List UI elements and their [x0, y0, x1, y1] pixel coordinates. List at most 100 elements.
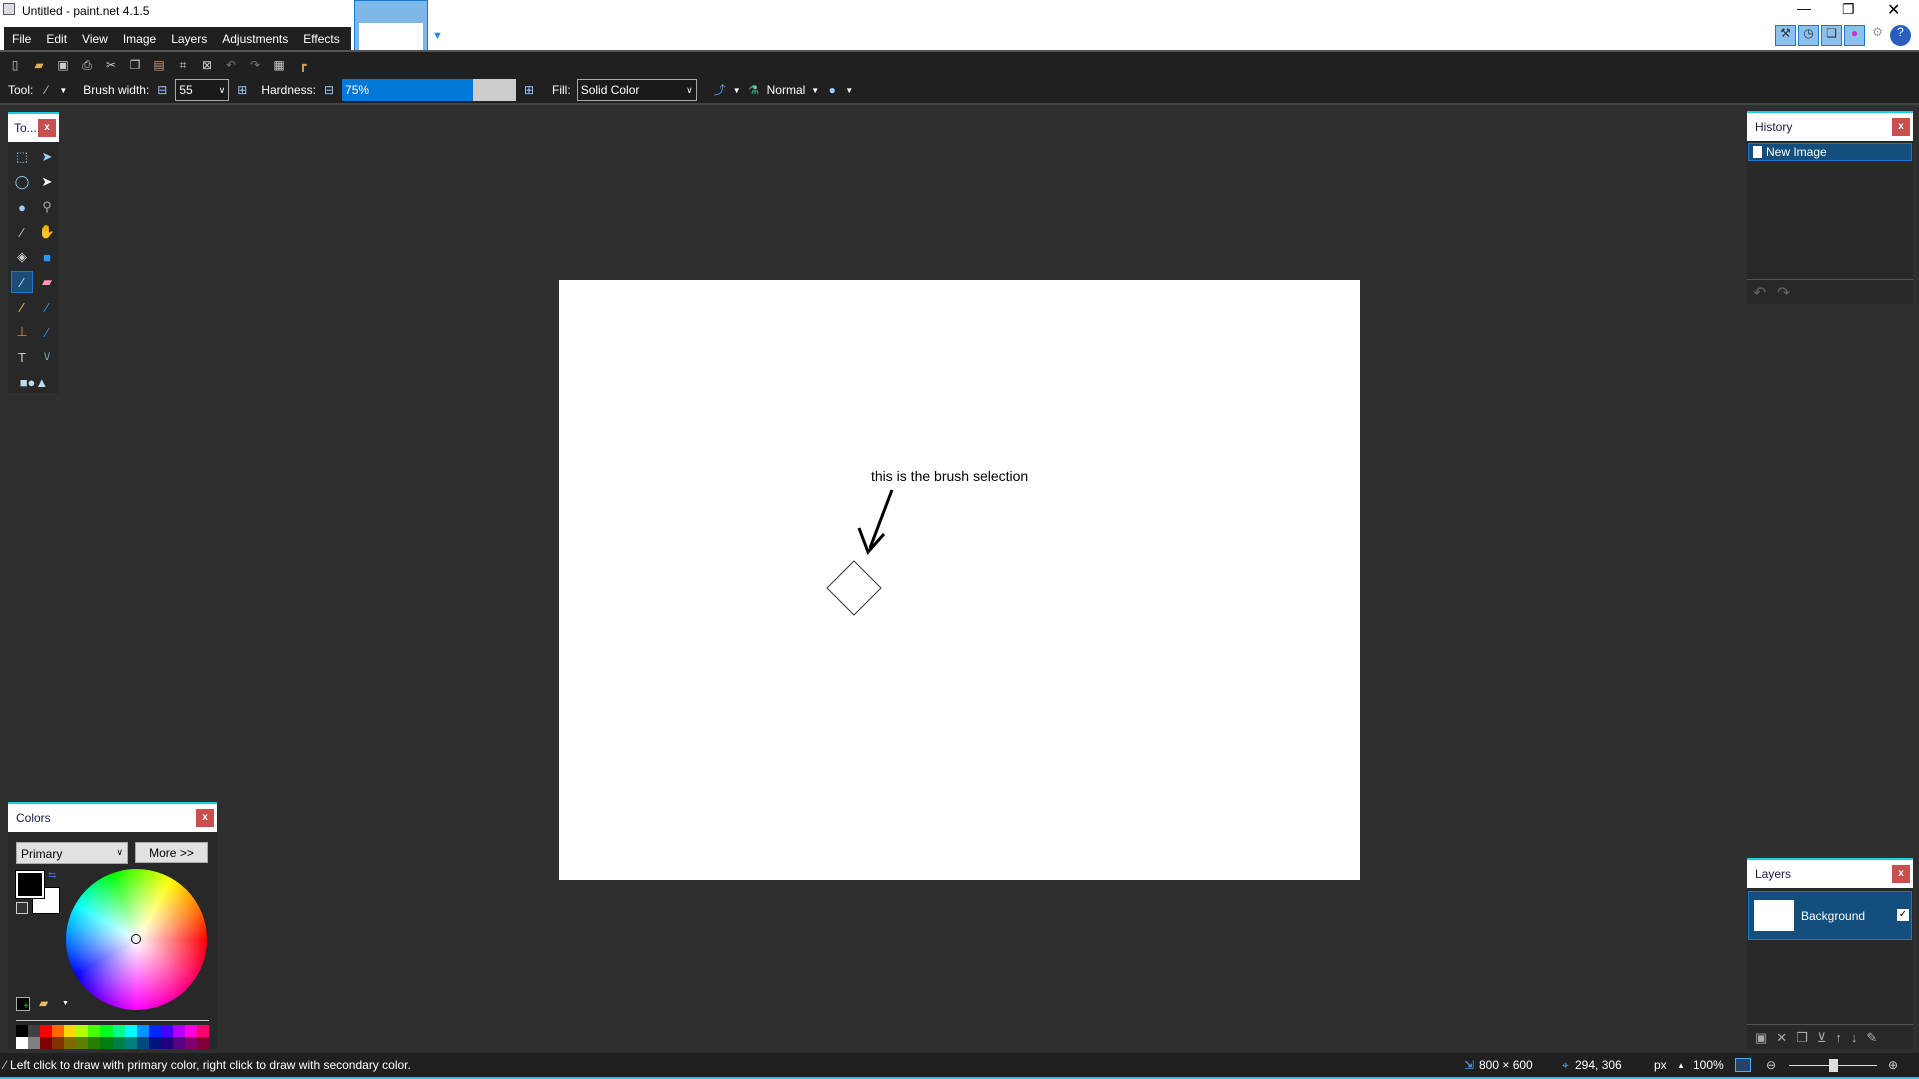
- settings-gear-icon[interactable]: ⚙: [1867, 25, 1888, 46]
- palette-swatch[interactable]: [148, 1025, 161, 1037]
- palette-swatch[interactable]: [172, 1025, 185, 1037]
- layers-panel-close[interactable]: x: [1892, 865, 1910, 883]
- blend-mode-value[interactable]: Normal: [767, 83, 806, 97]
- deselect-icon[interactable]: ⊠: [200, 58, 214, 72]
- fit-window-icon[interactable]: [1735, 1058, 1751, 1072]
- tool-dropdown-icon[interactable]: ▼: [59, 86, 67, 95]
- save-icon[interactable]: ▣: [56, 58, 70, 72]
- move-selection-icon[interactable]: ➤: [36, 171, 58, 193]
- alpha-blending-icon[interactable]: ●: [825, 83, 839, 97]
- image-list-dropdown-icon[interactable]: ▼: [432, 30, 443, 42]
- line-curve-icon[interactable]: \/: [36, 346, 58, 368]
- palette-swatch[interactable]: [88, 1025, 101, 1037]
- palette-swatch[interactable]: [124, 1037, 137, 1049]
- close-button[interactable]: ✕: [1887, 0, 1900, 20]
- lasso-select-icon[interactable]: ◯: [11, 171, 33, 193]
- palette-swatch[interactable]: [100, 1025, 113, 1037]
- palette-swatch[interactable]: [64, 1025, 77, 1037]
- cut-icon[interactable]: ✂: [104, 58, 118, 72]
- palette-swatch[interactable]: [136, 1025, 149, 1037]
- brush-width-increase[interactable]: ⊞: [235, 83, 249, 97]
- brush-width-decrease[interactable]: ⊟: [155, 83, 169, 97]
- menu-adjustments[interactable]: Adjustments: [222, 32, 288, 46]
- zoom-slider-thumb[interactable]: [1829, 1059, 1838, 1072]
- delete-layer-icon[interactable]: ✕: [1776, 1030, 1787, 1046]
- merge-layer-down-icon[interactable]: ⊻: [1817, 1030, 1827, 1046]
- palette-swatch[interactable]: [196, 1037, 209, 1049]
- palette-swatch[interactable]: [196, 1025, 209, 1037]
- swap-colors-icon[interactable]: ⇆: [48, 870, 56, 881]
- layer-properties-icon[interactable]: ✎: [1866, 1030, 1877, 1046]
- hardness-decrease[interactable]: ⊟: [322, 83, 336, 97]
- duplicate-layer-icon[interactable]: ❐: [1796, 1030, 1808, 1046]
- pan-hand-icon[interactable]: ✋: [36, 221, 58, 243]
- undo-icon[interactable]: ↶: [224, 58, 238, 72]
- palette-swatch[interactable]: [160, 1025, 173, 1037]
- move-layer-up-icon[interactable]: ↑: [1835, 1030, 1842, 1046]
- ellipse-select-icon[interactable]: ●: [11, 196, 33, 218]
- palette-swatch[interactable]: [184, 1037, 197, 1049]
- palette-swatch[interactable]: [172, 1037, 185, 1049]
- crop-icon[interactable]: ⌗: [176, 58, 190, 72]
- paintbrush-tool[interactable]: ⁄: [11, 271, 33, 293]
- tools-toggle-hammer-icon[interactable]: ⚒: [1775, 25, 1796, 46]
- move-selected-icon[interactable]: ➤: [36, 146, 58, 168]
- new-file-icon[interactable]: ▯: [8, 58, 22, 72]
- zoom-out-icon[interactable]: ⊖: [1766, 1058, 1776, 1072]
- move-layer-down-icon[interactable]: ↓: [1851, 1030, 1858, 1046]
- paste-icon[interactable]: ▤: [152, 58, 166, 72]
- palette-swatch[interactable]: [88, 1037, 101, 1049]
- zoom-in-icon[interactable]: ⊕: [1888, 1058, 1898, 1072]
- palette-swatch[interactable]: [136, 1037, 149, 1049]
- colors-panel-close[interactable]: x: [196, 809, 214, 827]
- menu-edit[interactable]: Edit: [46, 32, 67, 46]
- tools-panel-close[interactable]: x: [38, 119, 56, 137]
- reset-colors-icon[interactable]: [16, 902, 28, 914]
- paint-bucket-icon[interactable]: ◈: [11, 246, 33, 268]
- history-item[interactable]: New Image: [1748, 143, 1912, 161]
- history-undo-icon[interactable]: ↶: [1753, 283, 1766, 303]
- magic-wand-icon[interactable]: ⁄: [11, 221, 33, 243]
- hardness-slider[interactable]: 75%: [342, 79, 517, 101]
- palette-swatch[interactable]: [184, 1025, 197, 1037]
- palette-swatch[interactable]: [28, 1037, 41, 1049]
- brush-width-input[interactable]: 55 ∨: [175, 79, 230, 101]
- color-mode-select[interactable]: Primary ∨: [16, 842, 128, 864]
- color-picker-icon[interactable]: ⁄: [36, 296, 58, 318]
- zoom-icon[interactable]: ⚲: [36, 196, 58, 218]
- zoom-level[interactable]: 100%: [1693, 1058, 1724, 1072]
- palette-swatch[interactable]: [64, 1037, 77, 1049]
- palette-swatch[interactable]: [52, 1025, 65, 1037]
- layer-visibility-checkbox[interactable]: ✓: [1897, 909, 1909, 921]
- palette-swatch[interactable]: [16, 1025, 29, 1037]
- antialiasing-dropdown[interactable]: ▼: [733, 86, 741, 95]
- history-toggle-clock-icon[interactable]: ◷: [1798, 25, 1819, 46]
- palette-swatch[interactable]: [76, 1037, 89, 1049]
- history-redo-icon[interactable]: ↷: [1777, 283, 1790, 303]
- more-colors-button[interactable]: More >>: [135, 842, 208, 863]
- color-wheel[interactable]: [66, 869, 207, 1010]
- clone-stamp-icon[interactable]: ⊥: [11, 321, 33, 343]
- primary-color-swatch[interactable]: [15, 870, 45, 899]
- palette-swatch[interactable]: [16, 1037, 29, 1049]
- minimize-button[interactable]: —: [1797, 0, 1811, 16]
- help-icon[interactable]: ?: [1890, 25, 1911, 46]
- palette-swatch[interactable]: [40, 1025, 53, 1037]
- history-panel-close[interactable]: x: [1892, 118, 1910, 136]
- menu-layers[interactable]: Layers: [171, 32, 207, 46]
- palette-swatch[interactable]: [28, 1025, 41, 1037]
- grid-icon[interactable]: ▦: [272, 58, 286, 72]
- print-icon[interactable]: ⎙: [80, 58, 94, 72]
- pencil-icon[interactable]: ⁄: [11, 296, 33, 318]
- layer-row[interactable]: Background ✓: [1748, 891, 1912, 940]
- alpha-blending-dropdown[interactable]: ▼: [845, 86, 853, 95]
- eraser-icon[interactable]: ▰: [36, 271, 58, 293]
- palette-swatch[interactable]: [112, 1037, 125, 1049]
- restore-button[interactable]: ❐: [1842, 1, 1855, 18]
- paintbrush-tool-icon[interactable]: ⁄: [39, 83, 53, 97]
- redo-icon[interactable]: ↷: [248, 58, 262, 72]
- color-wheel-cursor[interactable]: [131, 934, 141, 944]
- open-file-icon[interactable]: ▰: [32, 58, 46, 72]
- hardness-increase[interactable]: ⊞: [522, 83, 536, 97]
- blend-mode-dropdown[interactable]: ▼: [811, 86, 819, 95]
